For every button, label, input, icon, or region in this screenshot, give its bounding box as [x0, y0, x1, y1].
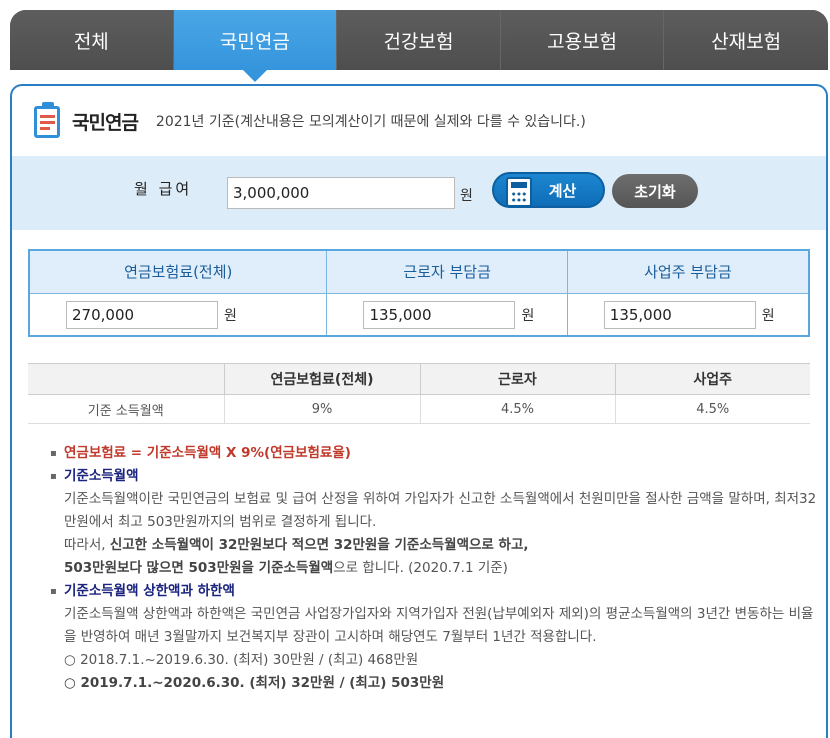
result-worker-value: 135,000 — [363, 300, 516, 329]
rate-header-worker: 근로자 — [420, 363, 616, 395]
salary-input-band: 월 급여 3,000,000 원 계산 초기화 — [12, 156, 826, 230]
section1-text: 기준소득월액이란 국민연금의 보험료 및 급여 산정을 위하여 가입자가 신고한… — [64, 491, 817, 530]
section1-line3-tail: 으로 합니다. (2020.7.1 기준) — [333, 560, 508, 576]
section2-title: 기준소득월액 상한액과 하한액 — [50, 580, 820, 603]
result-total-unit: 원 — [224, 307, 237, 324]
result-total-value: 270,000 — [66, 300, 218, 329]
insurance-tabs: 전체 국민연금 건강보험 고용보험 산재보험 — [10, 10, 828, 82]
section1-line2-bold: 신고한 소득월액이 32만원보다 적으면 32만원을 기준소득월액으로 하고, — [109, 537, 529, 553]
result-cell-employer: 135,000 원 — [567, 293, 809, 336]
rate-worker-value: 4.5% — [420, 394, 616, 424]
section1-line3: 503만원보다 많으면 503만원을 기준소득월액으로 합니다. (2020.7… — [50, 557, 820, 580]
panel-title: 국민연금 — [72, 111, 139, 134]
reset-button[interactable]: 초기화 — [612, 174, 698, 208]
notes-section: 연금보험료 = 기준소득월액 X 9%(연금보험료율) 기준소득월액 기준소득월… — [50, 442, 820, 695]
rate-table: 연금보험료(전체) 근로자 사업주 기준 소득월액 9% 4.5% 4.5% — [28, 363, 810, 424]
result-header-employer: 사업주 부담금 — [567, 250, 809, 294]
document-icon — [34, 102, 64, 140]
result-cell-worker: 135,000 원 — [326, 293, 568, 336]
calculator-icon — [506, 177, 532, 207]
section1-line2-prefix: 따라서, — [64, 537, 110, 553]
panel-note: 2021년 기준(계산내용은 모의계산이기 때문에 실제와 다를 수 있습니다.… — [155, 114, 586, 130]
calculate-button-label: 계산 — [548, 181, 577, 200]
salary-label: 월 급여 — [134, 180, 193, 198]
rate-total-value: 9% — [224, 394, 421, 424]
tab-employment-insurance[interactable]: 고용보험 — [500, 10, 665, 70]
result-cell-total: 270,000 원 — [29, 293, 328, 336]
formula-note: 연금보험료 = 기준소득월액 X 9%(연금보험료율) — [50, 442, 820, 465]
rate-employer-value: 4.5% — [615, 394, 810, 424]
tab-all[interactable]: 전체 — [10, 10, 174, 70]
calculate-button[interactable]: 계산 — [492, 172, 605, 208]
result-header-worker: 근로자 부담금 — [326, 250, 568, 294]
tab-national-pension[interactable]: 국민연금 — [173, 10, 338, 82]
result-table: 연금보험료(전체) 근로자 부담금 사업주 부담금 270,000 원 135,… — [28, 249, 810, 337]
rate-header-total: 연금보험료(전체) — [224, 363, 421, 395]
rate-header-blank — [28, 363, 225, 395]
result-worker-unit: 원 — [521, 307, 535, 324]
rate-header-employer: 사업주 — [615, 363, 810, 395]
panel-header: 국민연금 2021년 기준(계산내용은 모의계산이기 때문에 실제와 다를 수 … — [12, 86, 826, 156]
range-2019: ○ 2019.7.1.~2020.6.30. (최저) 32만원 / (최고) … — [64, 675, 445, 691]
salary-input[interactable]: 3,000,000 — [227, 177, 455, 209]
result-header-total: 연금보험료(전체) — [29, 250, 328, 294]
tab-health-insurance[interactable]: 건강보험 — [337, 10, 501, 70]
section1-line3-bold: 503만원보다 많으면 503만원을 기준소득월액 — [64, 560, 334, 576]
result-employer-value: 135,000 — [603, 300, 756, 329]
calculator-panel: 국민연금 2021년 기준(계산내용은 모의계산이기 때문에 실제와 다를 수 … — [10, 84, 828, 738]
section1-title: 기준소득월액 — [50, 465, 820, 488]
section1-line2: 따라서, 신고한 소득월액이 32만원보다 적으면 32만원을 기준소득월액으로… — [50, 534, 820, 557]
salary-unit: 원 — [460, 188, 473, 204]
range-2018: ○ 2018.7.1.~2019.6.30. (최저) 30만원 / (최고) … — [64, 652, 419, 668]
result-employer-unit: 원 — [761, 307, 775, 324]
rate-row-label: 기준 소득월액 — [28, 394, 225, 424]
tab-industrial-accident-insurance[interactable]: 산재보험 — [664, 10, 828, 70]
section2-text: 기준소득월액 상한액과 하한액은 국민연금 사업장가입자와 지역가입자 전원(납… — [64, 606, 814, 645]
